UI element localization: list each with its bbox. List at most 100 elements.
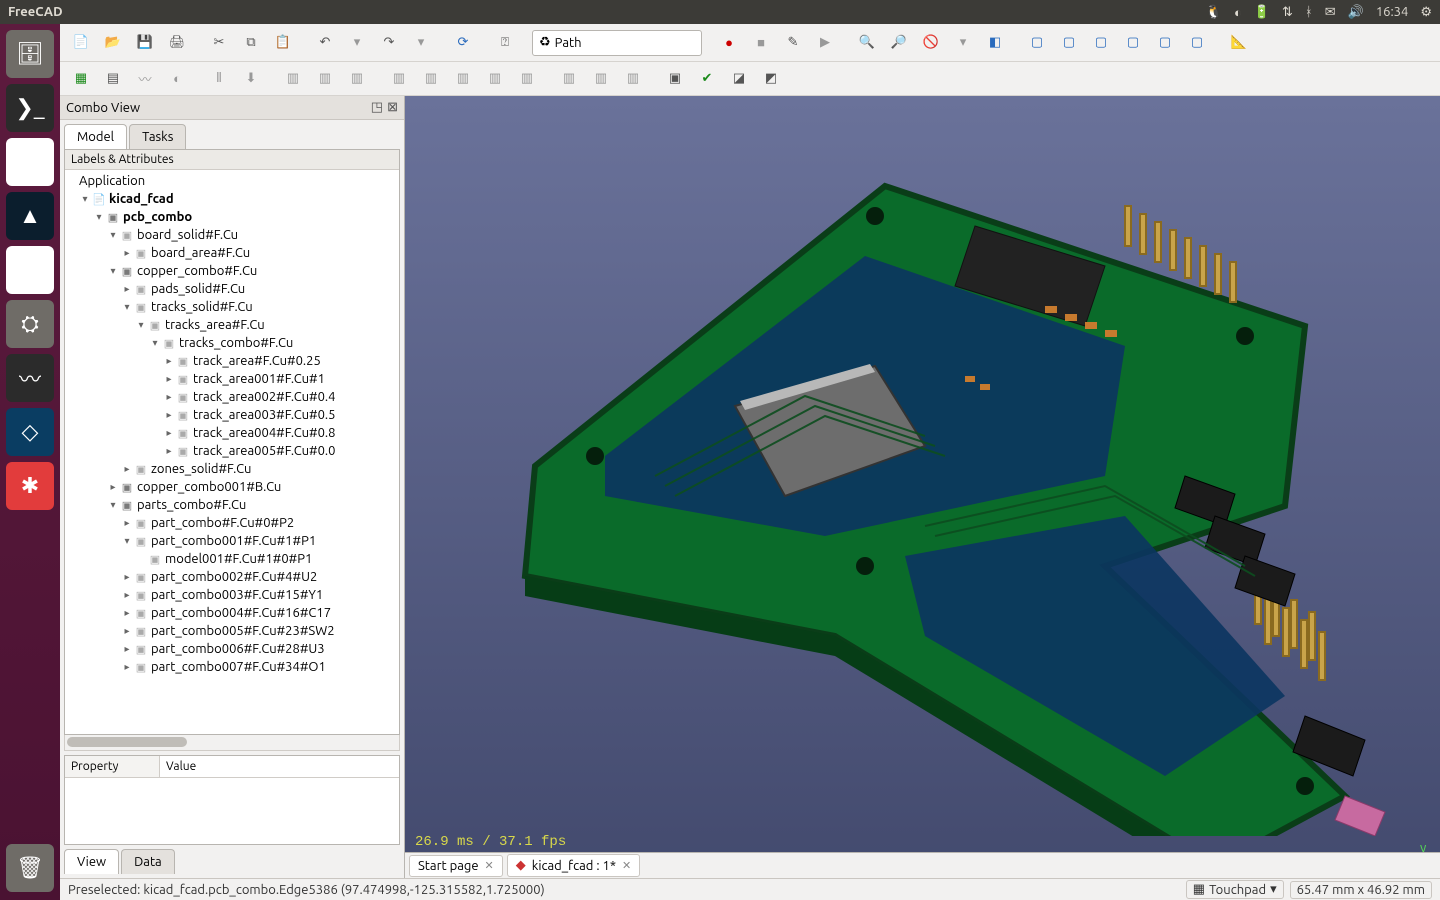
tree-item[interactable]: ▸▣part_combo005#F.Cu#23#SW2	[65, 622, 399, 640]
gear-icon[interactable]: ⚙	[1420, 5, 1432, 20]
path-dressup-5[interactable]: ▥	[512, 64, 542, 94]
save-doc-button[interactable]: 💾	[130, 28, 160, 58]
macro-play-button[interactable]: ▶	[810, 28, 840, 58]
redo-button[interactable]: ↷	[374, 28, 404, 58]
path-dressup-2[interactable]: ▥	[416, 64, 446, 94]
tree-item[interactable]: ▸▣track_area001#F.Cu#1	[65, 370, 399, 388]
path-check-button[interactable]: ▣	[660, 64, 690, 94]
path-mod-2[interactable]: ▥	[586, 64, 616, 94]
bottom-view-button[interactable]: ▢	[1150, 28, 1180, 58]
tree-item[interactable]: ▾▣pcb_combo	[65, 208, 399, 226]
path-tool-b[interactable]: ◐	[162, 64, 192, 94]
draw-style-button[interactable]: 🚫	[916, 28, 946, 58]
tree-item[interactable]: ▸▣pads_solid#F.Cu	[65, 280, 399, 298]
redo-menu-button[interactable]: ▾	[406, 28, 436, 58]
launcher-terminal[interactable]: ❯_	[6, 84, 54, 132]
path-op-3[interactable]: ▥	[342, 64, 372, 94]
tree-item[interactable]: ▸▣track_area003#F.Cu#0.5	[65, 406, 399, 424]
chrome-tray-icon[interactable]: ◐	[1234, 5, 1242, 20]
macro-edit-button[interactable]: ✎	[778, 28, 808, 58]
launcher-chrome[interactable]: ◉	[6, 138, 54, 186]
launcher-trash[interactable]: 🗑	[6, 844, 54, 892]
tree-item[interactable]: ▾▣tracks_area#F.Cu	[65, 316, 399, 334]
rear-view-button[interactable]: ▢	[1118, 28, 1148, 58]
path-toolbit-button[interactable]: ◩	[756, 64, 786, 94]
tree-item[interactable]: ▸▣part_combo007#F.Cu#34#O1	[65, 658, 399, 676]
new-doc-button[interactable]: 📄	[66, 28, 96, 58]
launcher-android-studio[interactable]: ▲	[6, 192, 54, 240]
panel-float-button[interactable]: ◳	[371, 100, 383, 115]
launcher-software[interactable]: ✱	[6, 462, 54, 510]
top-view-button[interactable]: ▢	[1054, 28, 1084, 58]
tree-item[interactable]: ▾▣part_combo001#F.Cu#1#P1	[65, 532, 399, 550]
right-view-button[interactable]: ▢	[1086, 28, 1116, 58]
tux-icon[interactable]: 🐧	[1206, 5, 1222, 20]
nav-style-chip[interactable]: ▦ Touchpad ▾	[1186, 880, 1284, 899]
tree-item[interactable]: ▸▣track_area004#F.Cu#0.8	[65, 424, 399, 442]
tab-kicad-fcad[interactable]: ◆kicad_fcad : 1*✕	[507, 854, 641, 877]
path-op-1[interactable]: ▥	[278, 64, 308, 94]
tree-item[interactable]: ▸▣board_area#F.Cu	[65, 244, 399, 262]
tree-item[interactable]: ▸▣part_combo#F.Cu#0#P2	[65, 514, 399, 532]
tree-item[interactable]: ▸▣part_combo003#F.Cu#15#Y1	[65, 586, 399, 604]
battery-icon[interactable]: 🔋	[1254, 5, 1270, 20]
launcher-system-monitor[interactable]: 〰	[6, 354, 54, 402]
undo-menu-button[interactable]: ▾	[342, 28, 372, 58]
launcher-freecad[interactable]: ⛭	[6, 300, 54, 348]
clock[interactable]: 16:34	[1376, 5, 1409, 19]
tree-item[interactable]: ▾▣board_solid#F.Cu	[65, 226, 399, 244]
workbench-selector[interactable]: ♻ Path	[532, 30, 702, 56]
macro-stop-button[interactable]: ■	[746, 28, 776, 58]
path-job-button[interactable]: ▦	[66, 64, 96, 94]
tree-item[interactable]: ▾▣copper_combo#F.Cu	[65, 262, 399, 280]
copy-button[interactable]: ⧉	[236, 28, 266, 58]
iso-view-button[interactable]: ◧	[980, 28, 1010, 58]
launcher-files[interactable]: 🗄	[6, 30, 54, 78]
model-tree[interactable]: Labels & Attributes Application ▾📄kicad_…	[64, 149, 400, 735]
path-mod-1[interactable]: ▥	[554, 64, 584, 94]
3d-viewport[interactable]: 26.9 ms / 37.1 fps x y z Start page✕ ◆ki…	[405, 96, 1440, 878]
measure-button[interactable]: 📐	[1224, 28, 1254, 58]
path-simulate-button[interactable]: ✔	[692, 64, 722, 94]
tree-item[interactable]: ▸▣track_area002#F.Cu#0.4	[65, 388, 399, 406]
front-view-button[interactable]: ▢	[1022, 28, 1052, 58]
tree-item[interactable]: ▾▣parts_combo#F.Cu	[65, 496, 399, 514]
path-contour-button[interactable]: ⦀	[204, 64, 234, 94]
whats-this-button[interactable]: ⍰	[490, 28, 520, 58]
open-doc-button[interactable]: 📂	[98, 28, 128, 58]
launcher-libreoffice[interactable]: ≡	[6, 246, 54, 294]
tab-model[interactable]: Model	[64, 124, 127, 149]
path-tool-a[interactable]: 〰	[130, 64, 160, 94]
close-icon[interactable]: ✕	[622, 859, 631, 872]
path-dressup-1[interactable]: ▥	[384, 64, 414, 94]
path-dressup-3[interactable]: ▥	[448, 64, 478, 94]
tab-tasks[interactable]: Tasks	[129, 124, 186, 149]
tree-doc[interactable]: ▾📄kicad_fcad	[65, 190, 399, 208]
bluetooth-icon[interactable]: ᚼ	[1305, 5, 1313, 19]
tree-h-scrollbar[interactable]	[64, 735, 400, 751]
tab-view[interactable]: View	[64, 849, 119, 874]
paste-button[interactable]: 📋	[268, 28, 298, 58]
left-view-button[interactable]: ▢	[1182, 28, 1212, 58]
cut-button[interactable]: ✂	[204, 28, 234, 58]
refresh-button[interactable]: ⟳	[448, 28, 478, 58]
tab-data[interactable]: Data	[121, 849, 175, 874]
tab-start-page[interactable]: Start page✕	[409, 855, 503, 877]
undo-button[interactable]: ↶	[310, 28, 340, 58]
macro-record-button[interactable]: ●	[714, 28, 744, 58]
tree-item[interactable]: ▾▣tracks_solid#F.Cu	[65, 298, 399, 316]
path-dressup-4[interactable]: ▥	[480, 64, 510, 94]
tree-item[interactable]: ▸▣part_combo006#F.Cu#28#U3	[65, 640, 399, 658]
path-inspect-button[interactable]: ◪	[724, 64, 754, 94]
path-postprocess-button[interactable]: ▤	[98, 64, 128, 94]
path-mod-3[interactable]: ▥	[618, 64, 648, 94]
path-op-2[interactable]: ▥	[310, 64, 340, 94]
tree-item[interactable]: ▸▣copper_combo001#B.Cu	[65, 478, 399, 496]
tree-item[interactable]: ▣model001#F.Cu#1#0#P1	[65, 550, 399, 568]
tree-item[interactable]: ▸▣part_combo004#F.Cu#16#C17	[65, 604, 399, 622]
launcher-virtualbox[interactable]: ◇	[6, 408, 54, 456]
print-button[interactable]: 🖨	[162, 28, 192, 58]
close-icon[interactable]: ✕	[485, 859, 494, 872]
tree-item[interactable]: ▸▣zones_solid#F.Cu	[65, 460, 399, 478]
volume-icon[interactable]: 🔊	[1348, 5, 1364, 20]
